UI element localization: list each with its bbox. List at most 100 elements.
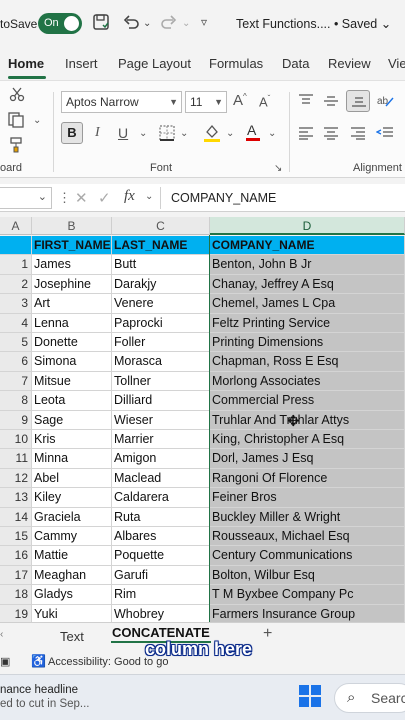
row-number[interactable]: 12 — [0, 468, 32, 489]
tab-insert[interactable]: Insert — [65, 56, 98, 71]
formula-input[interactable]: COMPANY_NAME — [171, 191, 276, 205]
orientation-icon[interactable]: ab — [376, 92, 394, 111]
first-name-cell[interactable]: Lenna — [32, 313, 112, 333]
fill-color-icon[interactable] — [203, 123, 221, 146]
decrease-font-size-icon[interactable]: Aˇ — [259, 94, 270, 109]
copy-icon[interactable] — [8, 112, 26, 131]
windows-start-icon[interactable] — [299, 685, 321, 707]
customize-toolbar-icon[interactable]: ▿ — [201, 15, 207, 29]
fill-color-dropdown-icon[interactable]: ⌄ — [226, 128, 234, 139]
first-name-cell[interactable]: Art — [32, 294, 112, 314]
first-name-cell[interactable]: Simona — [32, 352, 112, 372]
last-name-cell[interactable]: Ruta — [112, 507, 210, 527]
last-name-cell[interactable]: Wieser — [112, 410, 210, 430]
company-name-cell[interactable]: Morlong Associates — [210, 371, 405, 392]
row-number[interactable]: 5 — [0, 333, 32, 353]
first-name-cell[interactable]: Leota — [32, 391, 112, 411]
align-right-icon[interactable] — [350, 126, 366, 143]
insert-function-icon[interactable]: fx — [124, 188, 135, 205]
chevron-down-icon[interactable]: ⌄ — [145, 191, 153, 202]
tab-page-layout[interactable]: Page Layout — [118, 56, 191, 71]
row-number[interactable]: 9 — [0, 410, 32, 430]
save-icon[interactable] — [92, 13, 110, 36]
taskbar-search[interactable]: ⌕ Searc — [334, 683, 405, 713]
header-cell-a[interactable] — [0, 236, 32, 256]
first-name-cell[interactable]: Donette — [32, 333, 112, 353]
first-name-cell[interactable]: Josephine — [32, 274, 112, 295]
document-title[interactable]: Text Functions.... • Saved ⌄ — [236, 16, 391, 31]
underline-dropdown-icon[interactable]: ⌄ — [139, 128, 147, 139]
header-cell-company-name[interactable]: COMPANY_NAME — [210, 236, 405, 256]
align-middle-icon[interactable] — [323, 94, 339, 111]
company-name-cell[interactable]: Rousseaux, Michael Esq — [210, 527, 405, 547]
align-bottom-icon[interactable] — [346, 90, 370, 112]
last-name-cell[interactable]: Albares — [112, 527, 210, 547]
last-name-cell[interactable]: Dilliard — [112, 391, 210, 411]
confirm-entry-icon[interactable]: ✓ — [98, 189, 111, 207]
last-name-cell[interactable]: Rim — [112, 585, 210, 605]
font-color-icon[interactable]: A — [245, 122, 261, 145]
first-name-cell[interactable]: Meaghan — [32, 565, 112, 586]
first-name-cell[interactable]: James — [32, 255, 112, 275]
last-name-cell[interactable]: Paprocki — [112, 313, 210, 333]
row-number[interactable]: 11 — [0, 449, 32, 469]
row-number[interactable]: 10 — [0, 430, 32, 450]
add-sheet-button[interactable]: + — [263, 625, 272, 643]
tab-view[interactable]: Vie — [388, 56, 405, 71]
first-name-cell[interactable]: Mattie — [32, 546, 112, 566]
increase-font-size-icon[interactable]: A^ — [233, 92, 247, 109]
copy-dropdown-icon[interactable]: ⌄ — [33, 115, 41, 126]
tab-home[interactable]: Home — [8, 56, 44, 71]
news-widget[interactable]: nance headline ed to cut in Sep... — [0, 683, 90, 711]
align-center-icon[interactable] — [323, 126, 339, 143]
company-name-cell[interactable]: Rangoni Of Florence — [210, 468, 405, 489]
format-painter-icon[interactable] — [9, 137, 25, 156]
italic-button[interactable]: I — [95, 125, 100, 141]
cut-icon[interactable] — [9, 86, 25, 105]
undo-dropdown-icon[interactable]: ⌄ — [143, 18, 151, 29]
last-name-cell[interactable]: Poquette — [112, 546, 210, 566]
company-name-cell[interactable]: King, Christopher A Esq — [210, 430, 405, 450]
company-name-cell[interactable]: Benton, John B Jr — [210, 255, 405, 275]
column-header-c[interactable]: C — [112, 217, 210, 235]
first-name-cell[interactable]: Mitsue — [32, 371, 112, 392]
row-number[interactable]: 7 — [0, 371, 32, 392]
font-size-combo[interactable]: 11 ▼ — [185, 91, 227, 113]
row-number[interactable]: 4 — [0, 313, 32, 333]
header-cell-first-name[interactable]: FIRST_NAME — [32, 236, 112, 256]
borders-dropdown-icon[interactable]: ⌄ — [180, 128, 188, 139]
more-options-icon[interactable]: ⋮ — [58, 190, 71, 206]
redo-dropdown-icon[interactable]: ⌄ — [182, 18, 190, 29]
sheet-tab-concatenate[interactable]: CONCATENATE — [112, 625, 210, 640]
undo-icon[interactable] — [122, 13, 140, 36]
decrease-indent-icon[interactable] — [375, 126, 394, 143]
header-cell-last-name[interactable]: LAST_NAME — [112, 236, 210, 256]
underline-button[interactable]: U — [118, 125, 128, 141]
row-number[interactable]: 1 — [0, 255, 32, 275]
row-number[interactable]: 13 — [0, 488, 32, 508]
first-name-cell[interactable]: Abel — [32, 468, 112, 489]
first-name-cell[interactable]: Graciela — [32, 507, 112, 527]
row-number[interactable]: 16 — [0, 546, 32, 566]
tab-review[interactable]: Review — [328, 56, 371, 71]
company-name-cell[interactable]: Century Communications — [210, 546, 405, 566]
company-name-cell[interactable]: Commercial Press — [210, 391, 405, 411]
name-box[interactable]: ⌄ — [0, 187, 52, 209]
company-name-cell[interactable]: Buckley Miller & Wright — [210, 507, 405, 527]
align-left-icon[interactable] — [298, 126, 314, 143]
last-name-cell[interactable]: Maclead — [112, 468, 210, 489]
first-name-cell[interactable]: Kris — [32, 430, 112, 450]
column-header-a[interactable]: A — [0, 217, 32, 235]
last-name-cell[interactable]: Butt — [112, 255, 210, 275]
company-name-cell[interactable]: Bolton, Wilbur Esq — [210, 565, 405, 586]
row-number[interactable]: 6 — [0, 352, 32, 372]
column-header-b[interactable]: B — [32, 217, 112, 235]
borders-icon[interactable] — [159, 125, 175, 144]
last-name-cell[interactable]: Darakjy — [112, 274, 210, 295]
first-name-cell[interactable]: Sage — [32, 410, 112, 430]
row-number[interactable]: 14 — [0, 507, 32, 527]
last-name-cell[interactable]: Foller — [112, 333, 210, 353]
first-name-cell[interactable]: Minna — [32, 449, 112, 469]
company-name-cell[interactable]: Truhlar And Truhlar Attys — [210, 410, 405, 430]
align-top-icon[interactable] — [298, 94, 314, 111]
